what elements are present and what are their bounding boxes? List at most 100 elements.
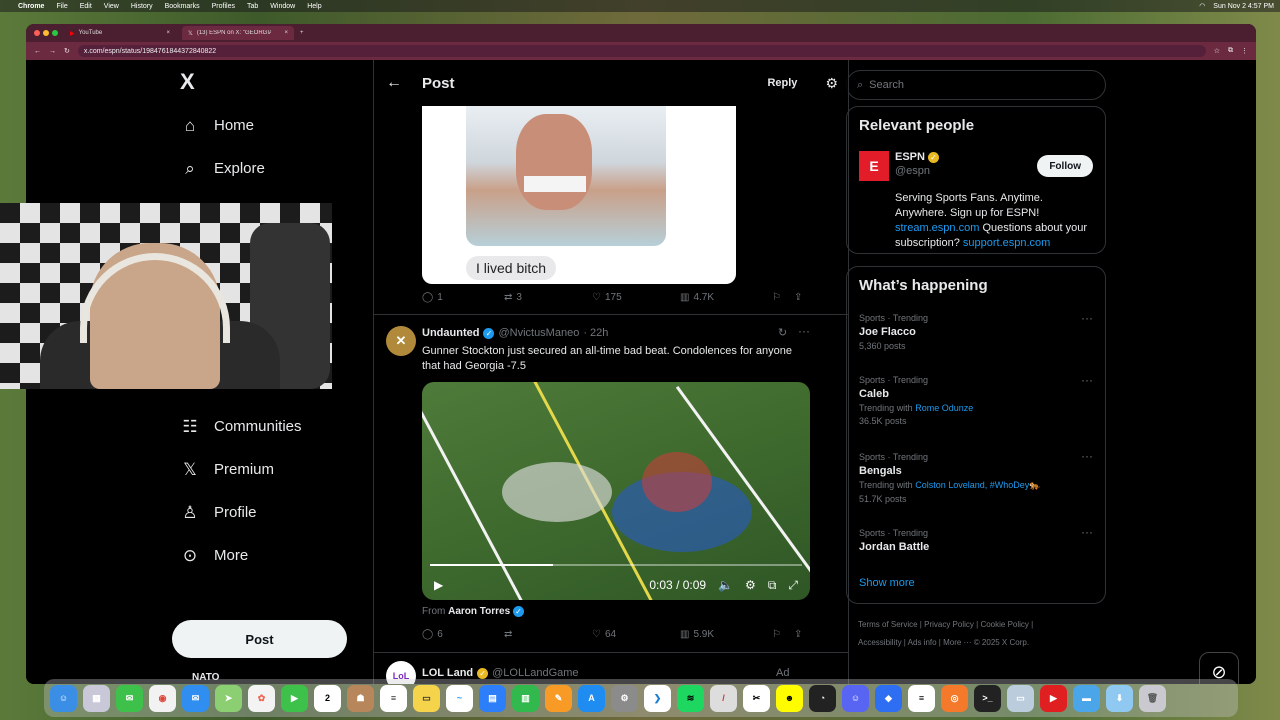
bookmark-action-icon[interactable]: ⚐ bbox=[772, 629, 794, 640]
menu-app-name[interactable]: Chrome bbox=[18, 3, 44, 10]
nav-item-more[interactable]: ⊙ More bbox=[172, 534, 372, 577]
back-icon[interactable]: ← bbox=[34, 48, 41, 55]
terminal-icon[interactable]: >_ bbox=[974, 684, 1001, 712]
wifi-icon[interactable]: ◠ bbox=[1199, 2, 1205, 10]
minimize-window-button[interactable] bbox=[43, 30, 49, 36]
folder-icon[interactable]: ▬ bbox=[1073, 684, 1100, 712]
trend-item[interactable]: Sports · Trending Bengals Trending with … bbox=[859, 452, 1041, 504]
vscode-icon[interactable]: ❯ bbox=[644, 684, 671, 712]
settings-icon[interactable]: ⚙ bbox=[745, 578, 756, 592]
close-window-button[interactable] bbox=[34, 30, 40, 36]
show-more-link[interactable]: Show more bbox=[859, 577, 915, 589]
menu-history[interactable]: History bbox=[131, 3, 153, 10]
chrome-menu-icon[interactable]: ⋮ bbox=[1241, 47, 1248, 55]
media-app-icon[interactable]: ▶ bbox=[1040, 684, 1067, 712]
search-input[interactable]: ⌕ Search bbox=[846, 70, 1106, 100]
mail-icon[interactable]: ✉ bbox=[182, 684, 209, 712]
system-settings-icon[interactable]: ⚙ bbox=[611, 684, 638, 712]
footer-link[interactable]: Terms of Service bbox=[858, 620, 918, 629]
x-logo-icon[interactable]: X bbox=[172, 60, 372, 104]
cursor-app-icon[interactable]: ≡ bbox=[908, 684, 935, 712]
follow-button[interactable]: Follow bbox=[1037, 155, 1093, 177]
footer-link[interactable]: Accessibility bbox=[858, 638, 902, 647]
share-icon[interactable]: ⇪ bbox=[794, 292, 802, 303]
pages-icon[interactable]: ✎ bbox=[545, 684, 572, 712]
menu-bookmarks[interactable]: Bookmarks bbox=[165, 3, 200, 10]
trend-more-icon[interactable]: ··· bbox=[1081, 525, 1093, 539]
menu-profiles[interactable]: Profiles bbox=[212, 3, 235, 10]
menubar-clock[interactable]: Sun Nov 2 4:57 PM bbox=[1213, 3, 1274, 10]
trend-with-link[interactable]: Colston Loveland, #WhoDey🐅 bbox=[915, 480, 1040, 490]
trend-with-link[interactable]: Rome Odunze bbox=[915, 403, 973, 413]
footer-link[interactable]: Ads info bbox=[908, 638, 937, 647]
trend-item[interactable]: Sports · Trending Jordan Battle bbox=[859, 528, 929, 553]
finder-icon[interactable]: ☺ bbox=[50, 684, 77, 712]
zoom-window-button[interactable] bbox=[52, 30, 58, 36]
nav-item-premium[interactable]: 𝕏 Premium bbox=[172, 448, 372, 491]
avatar[interactable]: ✕ bbox=[386, 326, 416, 356]
reminders-icon[interactable]: ≡ bbox=[380, 684, 407, 712]
author-name[interactable]: Undaunted bbox=[422, 327, 479, 339]
footer-link[interactable]: Cookie Policy bbox=[980, 620, 1028, 629]
calendar-icon[interactable]: 2 bbox=[314, 684, 341, 712]
footer-link[interactable]: Privacy Policy bbox=[924, 620, 974, 629]
menu-tab[interactable]: Tab bbox=[247, 3, 258, 10]
new-tab-button[interactable]: + bbox=[300, 30, 304, 36]
video-player[interactable]: ▶ 0:03 / 0:09 🔈 ⚙ ⧉ ⤢ bbox=[422, 382, 810, 600]
nav-item-explore[interactable]: ⌕ Explore bbox=[172, 147, 372, 190]
reply-action[interactable]: ◯ 6 bbox=[422, 629, 504, 640]
reload-icon[interactable]: ↻ bbox=[64, 47, 70, 55]
menu-file[interactable]: File bbox=[56, 3, 67, 10]
fullscreen-icon[interactable]: ⤢ bbox=[788, 578, 798, 593]
repost-action[interactable]: ⇄ bbox=[504, 629, 592, 640]
nav-item-profile[interactable]: ♙ Profile bbox=[172, 491, 372, 534]
freeform-icon[interactable]: ~ bbox=[446, 684, 473, 712]
share-icon[interactable]: ⇪ bbox=[794, 629, 802, 640]
facetime-icon[interactable]: ▶ bbox=[281, 684, 308, 712]
tweet-time[interactable]: · 22h bbox=[583, 327, 608, 339]
trend-more-icon[interactable]: ··· bbox=[1081, 311, 1093, 325]
notes-icon[interactable]: ▭ bbox=[413, 684, 440, 712]
snapchat-icon[interactable]: ☻ bbox=[776, 684, 803, 712]
views-action[interactable]: ▥ 4.7K bbox=[680, 292, 772, 303]
trash-icon[interactable]: 🗑 bbox=[1139, 684, 1166, 712]
espn-avatar[interactable]: E bbox=[859, 151, 889, 181]
launchpad-icon[interactable]: ▦ bbox=[83, 684, 110, 712]
play-icon[interactable]: ▶ bbox=[434, 578, 443, 592]
preview-icon[interactable]: ▭ bbox=[1007, 684, 1034, 712]
back-arrow-icon[interactable]: ← bbox=[386, 74, 402, 92]
volume-icon[interactable]: 🔈 bbox=[718, 578, 733, 592]
keynote-icon[interactable]: ▤ bbox=[479, 684, 506, 712]
grok-icon[interactable]: ↻ bbox=[778, 326, 787, 339]
nav-item-communities[interactable]: ☷ Communities bbox=[172, 405, 372, 448]
trend-more-icon[interactable]: ··· bbox=[1081, 449, 1093, 463]
contacts-icon[interactable]: ☗ bbox=[347, 684, 374, 712]
photos-icon[interactable]: ✿ bbox=[248, 684, 275, 712]
menu-window[interactable]: Window bbox=[270, 3, 295, 10]
menu-view[interactable]: View bbox=[104, 3, 119, 10]
repost-action[interactable]: ⇄ 3 bbox=[504, 292, 592, 303]
like-action[interactable]: ♡ 175 bbox=[592, 292, 680, 303]
bio-link-support[interactable]: support.espn.com bbox=[963, 237, 1050, 249]
spotify-icon[interactable]: ≋ bbox=[677, 684, 704, 712]
author-handle[interactable]: @LOLLandGame bbox=[492, 667, 578, 679]
extensions-icon[interactable]: ⧉ bbox=[1228, 47, 1233, 55]
forward-icon[interactable]: → bbox=[49, 48, 56, 55]
settings-sliders-icon[interactable]: ⚙ bbox=[825, 75, 838, 92]
author-handle[interactable]: @NvictusManeo bbox=[498, 327, 579, 339]
pencil-app-icon[interactable]: / bbox=[710, 684, 737, 712]
nav-item-home[interactable]: ⌂ Home bbox=[172, 104, 372, 147]
app-store-icon[interactable]: A bbox=[578, 684, 605, 712]
chrome-icon[interactable]: ◉ bbox=[149, 684, 176, 712]
bookmark-action-icon[interactable]: ⚐ bbox=[772, 292, 794, 303]
more-options-icon[interactable]: ··· bbox=[798, 324, 810, 338]
video-progress-bar[interactable] bbox=[430, 564, 802, 566]
blender-icon[interactable]: ◎ bbox=[941, 684, 968, 712]
roblox-icon[interactable]: ◆ bbox=[875, 684, 902, 712]
author-name[interactable]: LOL Land bbox=[422, 667, 473, 679]
bookmark-star-icon[interactable]: ☆ bbox=[1214, 47, 1220, 55]
pip-icon[interactable]: ⧉ bbox=[768, 578, 777, 593]
activity-icon[interactable]: ◔ bbox=[809, 684, 836, 712]
numbers-icon[interactable]: ▥ bbox=[512, 684, 539, 712]
trend-item[interactable]: Sports · Trending Caleb Trending with Ro… bbox=[859, 375, 973, 426]
